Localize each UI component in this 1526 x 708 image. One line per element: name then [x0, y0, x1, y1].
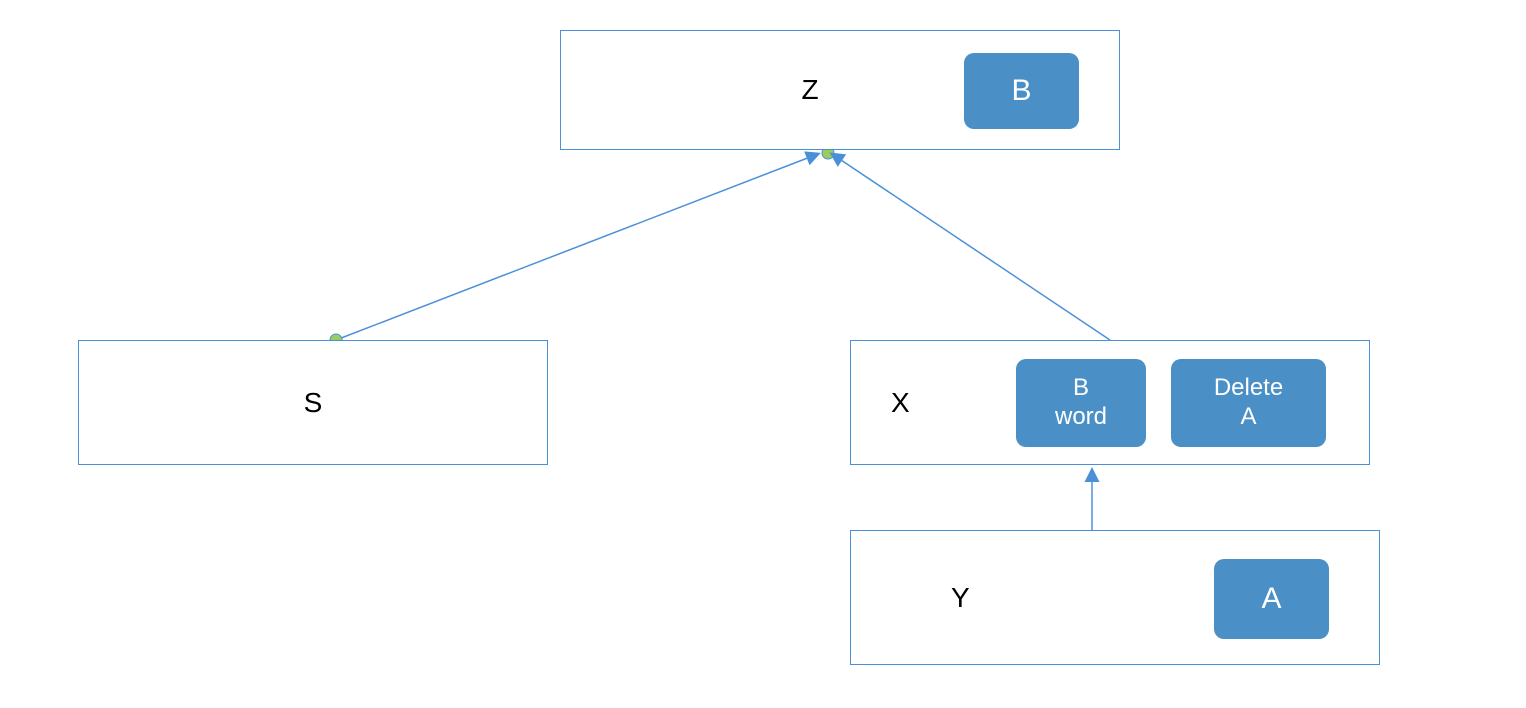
node-y-label: Y: [951, 582, 970, 614]
node-x-label: X: [891, 387, 910, 419]
node-x: X B word Delete A: [850, 340, 1370, 465]
badge-x-deletea: Delete A: [1171, 359, 1326, 447]
badge-x-bword: B word: [1016, 359, 1146, 447]
node-s: S: [78, 340, 548, 465]
node-z-label: Z: [801, 74, 818, 106]
node-z: Z B: [560, 30, 1120, 150]
edge-x-to-z: [832, 154, 1110, 340]
edge-s-to-z: [336, 154, 818, 340]
badge-z-b: B: [964, 53, 1079, 129]
node-s-label: S: [304, 387, 323, 419]
node-y: Y A: [850, 530, 1380, 665]
badge-y-a: A: [1214, 559, 1329, 639]
